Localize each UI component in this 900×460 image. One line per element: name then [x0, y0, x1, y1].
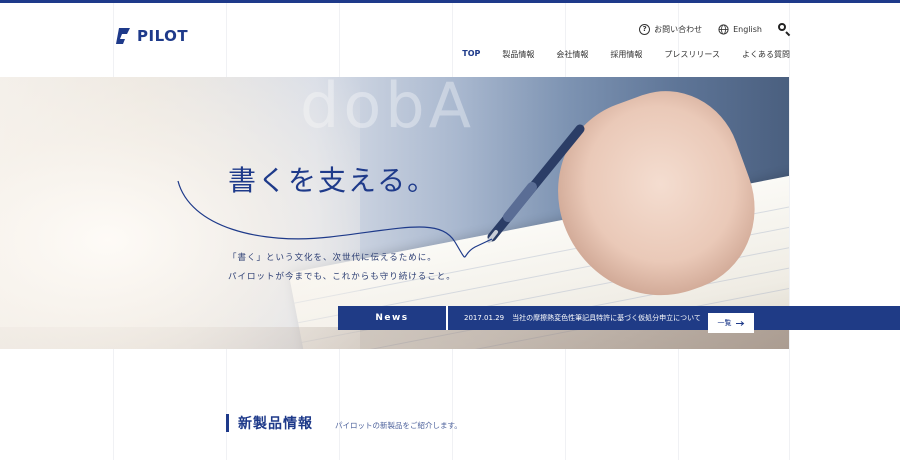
nav-item-press[interactable]: プレスリリース	[664, 49, 720, 60]
news-date: 2017.01.29	[464, 314, 505, 322]
news-headline-link[interactable]: 当社の摩擦熱変色性筆記具特許に基づく仮処分申立について	[512, 313, 701, 323]
globe-icon	[718, 23, 729, 35]
logo-text: PILOT	[137, 27, 189, 45]
section-title: 新製品情報	[238, 416, 313, 432]
grid-line	[789, 3, 790, 460]
question-circle-icon: ?	[639, 23, 651, 35]
section-accent-bar	[226, 414, 229, 432]
section-subtitle: パイロットの新製品をご紹介します。	[335, 420, 462, 430]
arrow-right-icon	[735, 320, 744, 326]
pilot-logo-mark-icon	[116, 28, 130, 44]
search-icon[interactable]	[778, 23, 790, 35]
hero-description: 「書く」という文化を、次世代に伝えるために。 パイロットが今までも、これからも守…	[228, 249, 456, 287]
utility-links: ? お問い合わせ English	[639, 23, 790, 35]
hero-desc-line-2: パイロットが今までも、これからも守り続けること。	[228, 272, 456, 282]
news-label: News	[338, 306, 448, 330]
hero-desc-line-1: 「書く」という文化を、次世代に伝えるために。	[228, 253, 437, 263]
nav-item-faq[interactable]: よくある質問	[742, 49, 790, 60]
new-products-heading: 新製品情報 パイロットの新製品をご紹介します。	[226, 413, 462, 433]
nav-item-company[interactable]: 会社情報	[556, 49, 588, 60]
nav-item-recruit[interactable]: 採用情報	[610, 49, 642, 60]
english-label: English	[733, 24, 762, 34]
english-link[interactable]: English	[718, 23, 762, 35]
hero-tagline: 書くを支える。	[228, 164, 438, 197]
nav-item-products[interactable]: 製品情報	[502, 49, 534, 60]
main-nav: TOP 製品情報 会社情報 採用情報 プレスリリース よくある質問	[462, 49, 790, 60]
news-bar: News 2017.01.29 当社の摩擦熱変色性筆記具特許に基づく仮処分申立に…	[338, 306, 900, 333]
news-more-button[interactable]: 一覧	[708, 313, 754, 333]
top-accent-bar	[0, 0, 900, 3]
nav-item-top[interactable]: TOP	[462, 49, 480, 60]
contact-link[interactable]: ? お問い合わせ	[639, 23, 703, 35]
news-more-label: 一覧	[717, 319, 732, 327]
contact-label: お問い合わせ	[654, 24, 703, 34]
pilot-logo[interactable]: PILOT	[115, 27, 188, 45]
